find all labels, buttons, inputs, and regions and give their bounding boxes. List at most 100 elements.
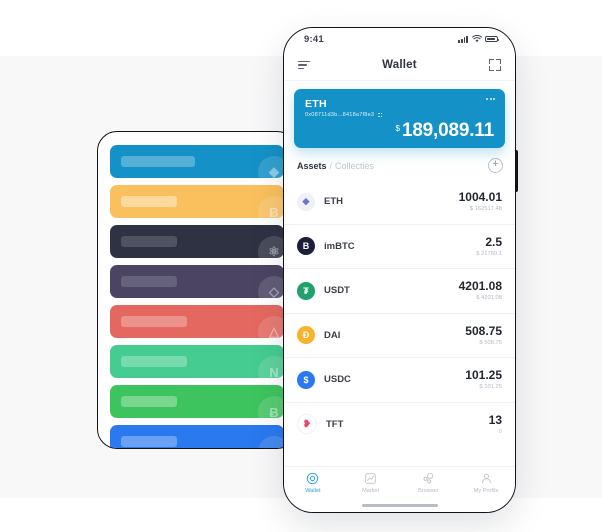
tab-assets[interactable]: Assets [297, 161, 327, 171]
skeleton-row: △ [110, 305, 284, 338]
more-options-icon[interactable] [486, 98, 495, 100]
skeleton-bar [121, 276, 177, 287]
asset-symbol: DAI [324, 329, 341, 341]
app-header: Wallet [284, 50, 515, 81]
wifi-icon [471, 35, 482, 43]
skeleton-row: ◇ [110, 265, 284, 298]
wallet-address: 0x08711d3b...8418a7f8e3 [305, 112, 375, 118]
skeleton-bar [121, 436, 177, 447]
asset-row[interactable]: $ USDC 101.25 $ 101.25 [284, 357, 515, 402]
asset-row[interactable]: ❥ TFT 13 0 [284, 401, 515, 447]
bch-coin-icon: Ƀ [258, 396, 284, 418]
tab-label: Market [362, 487, 380, 494]
tron-coin-icon: △ [258, 316, 284, 338]
copy-address-icon[interactable] [378, 112, 383, 118]
tab-collectibles[interactable]: Collecties [335, 161, 374, 171]
usdt-token-icon: ₮ [297, 281, 315, 300]
status-bar: 9:41 [284, 28, 515, 50]
scan-qr-icon[interactable] [488, 59, 501, 71]
asset-row[interactable]: Đ DAI 508.75 $ 508.75 [284, 312, 515, 358]
home-indicator [361, 504, 438, 507]
asset-symbol: ETH [324, 196, 343, 208]
asset-symbol: USDC [324, 374, 351, 386]
profile-tab-icon [480, 472, 493, 485]
add-token-button[interactable]: + [488, 158, 503, 173]
tab-wallet[interactable]: Wallet [284, 472, 342, 494]
asset-amount: 508.75 [465, 323, 502, 338]
status-time: 9:41 [304, 33, 324, 45]
skeleton-row: N [110, 345, 284, 378]
eos-coin-icon: ◇ [258, 276, 284, 298]
cellular-signal-icon [458, 35, 468, 43]
asset-fiat-value: 0 [498, 428, 502, 435]
ltc-coin-icon: Ł [258, 436, 284, 448]
asset-symbol: imBTC [324, 240, 355, 252]
asset-values: 101.25 $ 101.25 [465, 368, 502, 391]
tab-label: Browser [418, 487, 439, 494]
skeleton-bar [121, 356, 187, 367]
asset-fiat-value: $ 162517.48 [469, 206, 502, 213]
asset-row[interactable]: BimBTC 2.5 $ 21760.1 [284, 223, 515, 269]
eth-coin-icon: ◆ [258, 156, 284, 178]
hamburger-menu-icon[interactable] [298, 60, 310, 70]
skeleton-bar [121, 196, 177, 207]
wallet-address-row[interactable]: 0x08711d3b...8418a7f8e3 [305, 112, 494, 118]
btc-coin-icon: Ƀ [258, 196, 284, 218]
skeleton-row: Ł [110, 425, 284, 448]
asset-row[interactable]: ₮ USDT 4201.08 $ 4201.08 [284, 268, 515, 313]
bottom-tab-bar: Wallet Market Browser My Profile [284, 466, 515, 512]
asset-row[interactable]: ◆ ETH 1004.01 $ 162517.48 [284, 180, 515, 224]
skeleton-row: ◆ [110, 145, 284, 178]
tft-token-icon: ❥ [297, 414, 317, 435]
skeleton-token-card: ◆Ƀ⚛◇△NɃŁ [97, 131, 297, 449]
asset-fiat-value: $ 4201.08 [476, 295, 502, 302]
usdc-token-icon: $ [297, 370, 315, 389]
skeleton-row: Ƀ [110, 185, 284, 218]
asset-values: 4201.08 $ 4201.08 [459, 279, 502, 302]
status-icons [458, 35, 500, 43]
asset-symbol: TFT [326, 418, 344, 430]
browser-tab-icon [422, 472, 435, 485]
wallet-token-name: ETH [305, 98, 327, 110]
tab-label: Wallet [305, 487, 321, 494]
balance-amount: 189,089.11 [401, 120, 494, 141]
tab-my-profile[interactable]: My Profile [457, 472, 515, 494]
asset-values: 508.75 $ 508.75 [465, 323, 502, 346]
tab-separator: / [329, 160, 333, 171]
asset-fiat-value: $ 508.75 [479, 339, 502, 346]
skeleton-bar [121, 236, 177, 247]
skeleton-row: Ƀ [110, 385, 284, 418]
asset-amount: 1004.01 [458, 190, 502, 205]
asset-values: 13 0 [488, 412, 502, 435]
tab-browser[interactable]: Browser [400, 472, 458, 494]
asset-amount: 2.5 [485, 234, 502, 249]
battery-icon [485, 35, 500, 43]
balance-currency-symbol: $ [395, 124, 400, 133]
skeleton-bar [121, 316, 187, 327]
wallet-tab-icon [306, 472, 319, 485]
wallet-balance: $ 189,089.11 [305, 120, 495, 141]
asset-fiat-value: $ 101.25 [479, 384, 502, 391]
wallet-balance-card[interactable]: ETH 0x08711d3b...8418a7f8e3 $ 189,089.11 [294, 89, 505, 148]
tab-label: My Profile [473, 487, 499, 494]
asset-symbol: USDT [324, 285, 350, 297]
atom-coin-icon: ⚛ [258, 236, 284, 258]
asset-amount: 13 [488, 412, 502, 427]
skeleton-row-list: ◆Ƀ⚛◇△NɃŁ [98, 132, 296, 448]
eth-token-icon: ◆ [297, 192, 315, 211]
phone-mockup: 9:41 Wallet ETH 0x08711d3b...8418a7f8e3 … [283, 27, 516, 513]
skeleton-bar [121, 156, 195, 167]
asset-values: 1004.01 $ 162517.48 [458, 190, 502, 213]
asset-amount: 101.25 [465, 368, 502, 383]
assets-header: Assets / Collecties + [284, 148, 515, 180]
skeleton-bar [121, 396, 177, 407]
dai-token-icon: Đ [297, 326, 315, 345]
page-title: Wallet [382, 59, 417, 71]
asset-fiat-value: $ 21760.1 [476, 250, 502, 257]
asset-values: 2.5 $ 21760.1 [476, 234, 502, 257]
imbtc-token-icon: B [297, 237, 315, 256]
asset-list: ◆ ETH 1004.01 $ 162517.48 BimBTC 2.5 $ 21760.1… [284, 180, 515, 466]
neo-coin-icon: N [258, 356, 284, 378]
tab-market[interactable]: Market [342, 472, 400, 494]
skeleton-row: ⚛ [110, 225, 284, 258]
